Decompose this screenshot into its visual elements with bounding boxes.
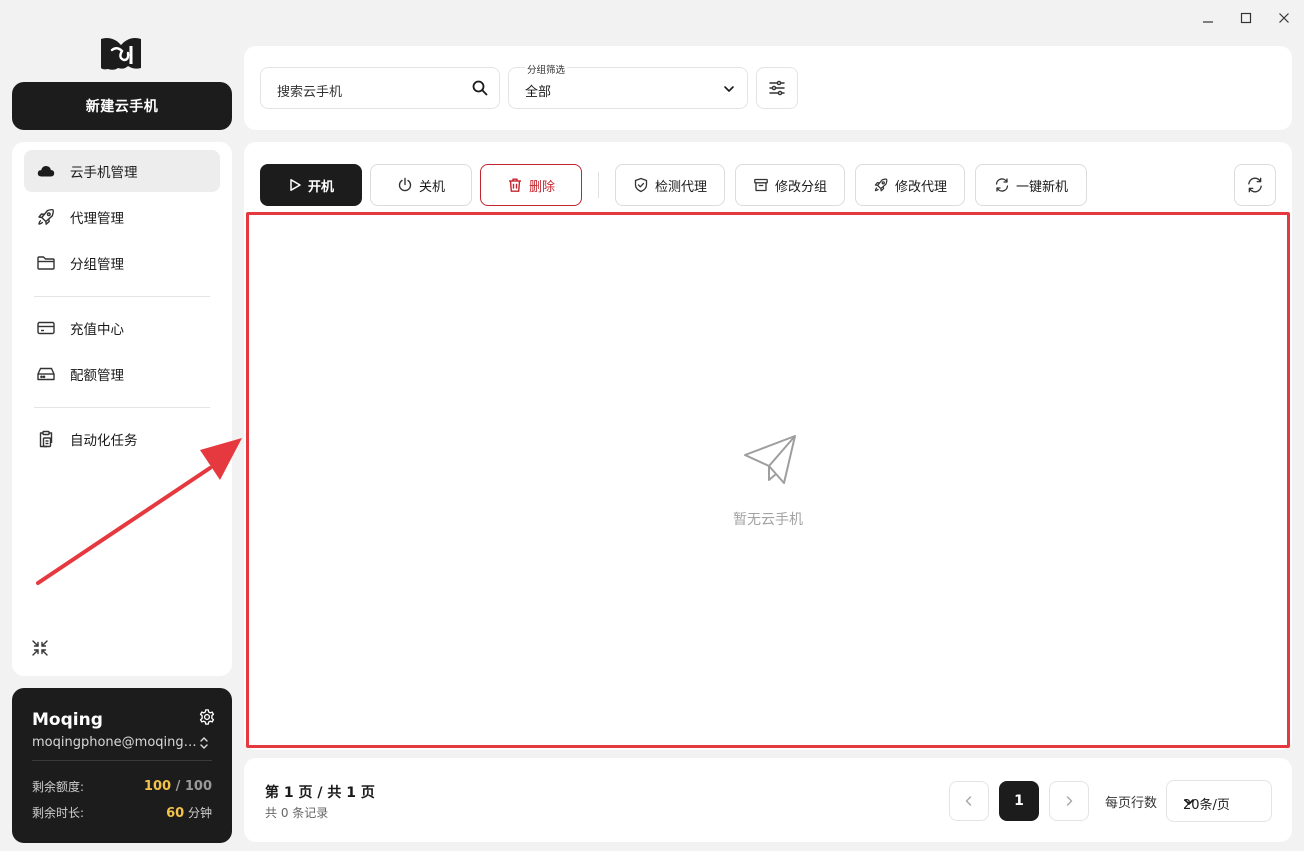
stop-label: 关机 xyxy=(418,179,445,195)
play-icon xyxy=(288,178,302,192)
sync-icon xyxy=(994,177,1010,193)
user-divider xyxy=(32,760,212,761)
edit-proxy-button[interactable]: 修改代理 xyxy=(855,164,965,206)
delete-button[interactable]: 删除 xyxy=(480,164,582,206)
chevron-left-icon xyxy=(963,795,975,807)
power-icon xyxy=(397,177,413,193)
sidebar-item-recharge[interactable]: 充值中心 xyxy=(24,307,220,349)
group-filter-label: 分组筛选 xyxy=(525,62,568,76)
empty-state-text: 暂无云手机 xyxy=(733,512,803,528)
sidebar-item-automation[interactable]: 自动化任务 xyxy=(24,418,220,460)
sidebar-item-label: 云手机管理 xyxy=(70,165,138,181)
maximize-icon[interactable] xyxy=(1238,10,1254,26)
paper-plane-icon xyxy=(742,431,798,487)
delete-label: 删除 xyxy=(528,179,555,195)
one-click-new-button[interactable]: 一键新机 xyxy=(975,164,1087,206)
one-click-new-label: 一键新机 xyxy=(1015,179,1068,195)
rows-per-page-label: 每页行数 xyxy=(1104,795,1157,811)
minimize-icon[interactable] xyxy=(1200,10,1216,26)
start-button[interactable]: 开机 xyxy=(260,164,362,206)
hard-drive-icon xyxy=(36,364,56,384)
prev-page-button[interactable] xyxy=(948,781,989,821)
chevron-right-icon xyxy=(1063,795,1075,807)
check-proxy-label: 检测代理 xyxy=(654,179,707,195)
search-icon[interactable] xyxy=(471,79,489,97)
sidebar-item-label: 自动化任务 xyxy=(70,433,138,449)
search-placeholder: 搜索云手机 xyxy=(277,85,343,100)
group-filter-value: 全部 xyxy=(525,85,552,100)
group-filter-select[interactable]: 分组筛选 全部 xyxy=(508,62,748,109)
next-page-button[interactable] xyxy=(1048,781,1089,821)
archive-icon xyxy=(753,177,769,193)
stop-button[interactable]: 关机 xyxy=(370,164,472,206)
sidebar-divider xyxy=(34,407,210,408)
rows-per-page-select[interactable]: 20条/页 xyxy=(1166,780,1272,822)
sidebar-divider xyxy=(34,296,210,297)
refresh-icon xyxy=(1246,176,1264,194)
shield-check-icon xyxy=(633,177,649,193)
close-icon[interactable] xyxy=(1276,10,1292,26)
chevron-down-icon xyxy=(723,83,735,95)
moqing-logo xyxy=(98,36,144,72)
pager: 1 每页行数 20条/页 xyxy=(948,780,1272,822)
chevron-down-icon xyxy=(1183,796,1195,808)
filter-bar: 搜索云手机 分组筛选 全部 xyxy=(244,46,1292,130)
collapse-icon[interactable] xyxy=(30,638,50,658)
remaining-quota-label: 剩余额度: xyxy=(32,780,85,794)
edit-group-label: 修改分组 xyxy=(774,179,827,195)
sidebar-item-label: 分组管理 xyxy=(70,257,124,273)
rocket-icon xyxy=(36,207,56,227)
sliders-icon xyxy=(768,79,786,97)
start-label: 开机 xyxy=(307,179,334,195)
search-input[interactable]: 搜索云手机 xyxy=(260,67,500,109)
sidebar-item-label: 配额管理 xyxy=(70,368,124,384)
remaining-time-label: 剩余时长: xyxy=(32,806,85,820)
check-proxy-button[interactable]: 检测代理 xyxy=(615,164,725,206)
edit-group-button[interactable]: 修改分组 xyxy=(735,164,845,206)
user-name: Moqing xyxy=(32,710,103,730)
sidebar-item-label: 充值中心 xyxy=(70,322,124,338)
cloud-icon xyxy=(36,161,56,181)
refresh-button[interactable] xyxy=(1234,164,1276,206)
clipboard-icon xyxy=(36,429,56,449)
remaining-time-row: 剩余时长: 60 分钟 xyxy=(32,804,212,821)
folder-icon xyxy=(36,253,56,273)
user-card: Moqing moqingphone@moqing.com 剩余额度: 100 … xyxy=(12,688,232,843)
sidebar-item-quota[interactable]: 配额管理 xyxy=(24,353,220,395)
user-email: moqingphone@moqing.com xyxy=(32,735,200,750)
pagination-bar: 第 1 页 / 共 1 页 共 0 条记录 1 每页行数 20条/页 xyxy=(244,758,1292,842)
trash-icon xyxy=(507,177,523,193)
cloud-phone-list-area: 暂无云手机 xyxy=(246,212,1290,748)
advanced-filter-button[interactable] xyxy=(756,67,798,109)
action-toolbar: 开机 关机 删除 检测代理 修改分组 修改代理 一键新机 xyxy=(260,164,1087,206)
remaining-time-value: 60 分钟 xyxy=(166,806,212,821)
edit-proxy-label: 修改代理 xyxy=(894,179,947,195)
remaining-quota-value: 100 / 100 xyxy=(143,779,212,794)
page-button-current[interactable]: 1 xyxy=(998,781,1039,821)
sidebar-item-groups[interactable]: 分组管理 xyxy=(24,242,220,284)
page-info: 第 1 页 / 共 1 页 xyxy=(265,785,375,801)
new-cloud-phone-button[interactable]: 新建云手机 xyxy=(12,82,232,130)
cloud-phone-list-panel: 开机 关机 删除 检测代理 修改分组 修改代理 一键新机 暂无云手机 xyxy=(244,142,1292,750)
toolbar-divider xyxy=(598,172,599,198)
record-count: 共 0 条记录 xyxy=(265,806,329,820)
window-controls xyxy=(1200,10,1292,26)
gear-icon[interactable] xyxy=(198,708,216,726)
sidebar-item-proxies[interactable]: 代理管理 xyxy=(24,196,220,238)
rocket-icon xyxy=(873,177,889,193)
remaining-quota-row: 剩余额度: 100 / 100 xyxy=(32,778,212,795)
credit-card-icon xyxy=(36,318,56,338)
sidebar-item-label: 代理管理 xyxy=(70,211,124,227)
account-switch-icon[interactable] xyxy=(198,736,210,750)
sidebar-nav: 云手机管理 代理管理 分组管理 充值中心 配额管理 自动化任务 xyxy=(12,142,232,676)
sidebar-item-cloud-phones[interactable]: 云手机管理 xyxy=(24,150,220,192)
